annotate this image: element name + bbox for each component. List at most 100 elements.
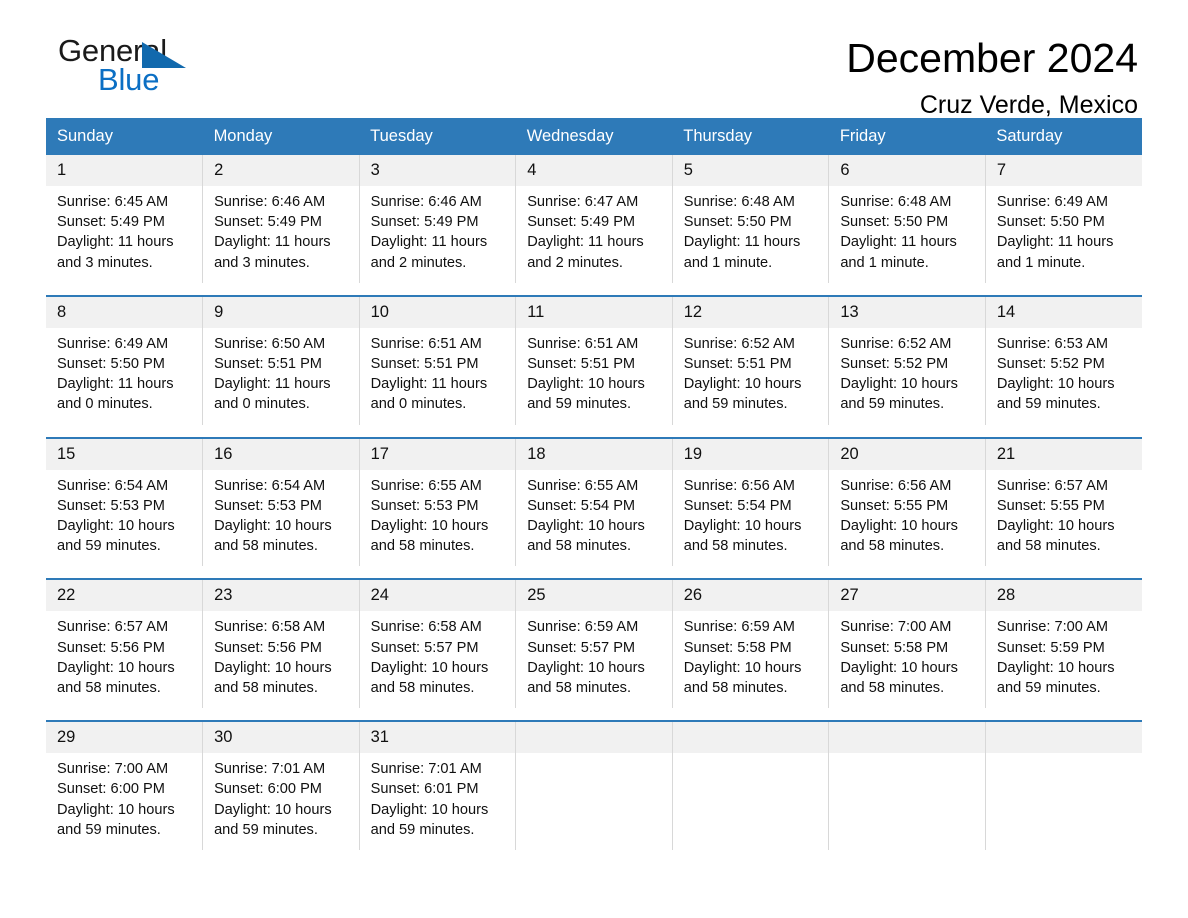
daylight-text-line2: and 58 minutes. bbox=[370, 680, 475, 697]
calendar-day-cell[interactable]: 31 Sunrise: 7:01 AM Sunset: 6:01 PM Dayligh… bbox=[359, 720, 517, 851]
calendar-day-cell[interactable]: 8 Sunrise: 6:49 AM Sunset: 5:50 PM Daylight… bbox=[46, 294, 204, 425]
day-number: 26 bbox=[672, 580, 829, 612]
calendar-day-cell[interactable]: 3 Sunrise: 6:46 AM Sunset: 5:49 PM Daylight… bbox=[359, 155, 517, 283]
weekday-header-friday: Friday bbox=[828, 118, 986, 155]
calendar-day-cell[interactable]: 22 Sunrise: 6:57 AM Sunset: 5:56 PM Dayligh… bbox=[46, 578, 204, 709]
daylight-text-line1: Daylight: 10 hours bbox=[683, 376, 802, 393]
day-details: Sunrise: 6:48 AM Sunset: 5:50 PM Daylight:… bbox=[673, 186, 829, 283]
calendar-day-cell[interactable]: 28 Sunrise: 7:00 AM Sunset: 5:59 PM Dayligh… bbox=[985, 578, 1142, 709]
daylight-text-line2: and 0 minutes. bbox=[214, 396, 310, 413]
calendar-day-cell[interactable]: 1 Sunrise: 6:45 AM Sunset: 5:49 PM Daylight… bbox=[46, 155, 204, 283]
calendar-day-cell-empty bbox=[515, 720, 673, 851]
day-number: 15 bbox=[46, 438, 203, 470]
sunset-text: Sunset: 5:52 PM bbox=[996, 356, 1105, 373]
daylight-text-line1: Daylight: 10 hours bbox=[370, 801, 489, 818]
day-details: Sunrise: 6:52 AM Sunset: 5:52 PM Daylight:… bbox=[829, 328, 985, 425]
calendar-day-cell[interactable]: 12 Sunrise: 6:52 AM Sunset: 5:51 PM Dayligh… bbox=[672, 294, 830, 425]
calendar-day-cell[interactable]: 5 Sunrise: 6:48 AM Sunset: 5:50 PM Daylight… bbox=[672, 155, 830, 283]
day-number: 3 bbox=[359, 155, 516, 186]
weekday-header-wednesday: Wednesday bbox=[515, 118, 673, 155]
day-number: 30 bbox=[203, 722, 359, 754]
daylight-text-line1: Daylight: 11 hours bbox=[214, 376, 331, 393]
daylight-text-line2: and 59 minutes. bbox=[214, 821, 318, 838]
sunrise-text: Sunrise: 6:49 AM bbox=[996, 194, 1109, 210]
calendar-day-cell[interactable]: 23 Sunrise: 6:58 AM Sunset: 5:56 PM Dayligh… bbox=[202, 578, 360, 709]
day-details: Sunrise: 6:56 AM Sunset: 5:54 PM Daylight:… bbox=[673, 470, 829, 567]
calendar-day-cell[interactable]: 4 Sunrise: 6:47 AM Sunset: 5:49 PM Daylight… bbox=[515, 155, 673, 283]
daylight-text-line2: and 59 minutes. bbox=[57, 821, 161, 838]
sunrise-text: Sunrise: 6:48 AM bbox=[840, 194, 952, 210]
daylight-text-line2: and 59 minutes. bbox=[527, 396, 632, 413]
day-details bbox=[516, 753, 672, 769]
triangle-icon bbox=[142, 42, 186, 68]
daylight-text-line2: and 58 minutes. bbox=[527, 680, 632, 697]
sunset-text: Sunset: 5:50 PM bbox=[683, 214, 792, 231]
calendar-week-row: 29 Sunrise: 7:00 AM Sunset: 6:00 PM Dayligh… bbox=[46, 720, 1142, 851]
calendar-day-cell[interactable]: 24 Sunrise: 6:58 AM Sunset: 5:57 PM Dayligh… bbox=[359, 578, 517, 709]
calendar-day-cell[interactable]: 30 Sunrise: 7:01 AM Sunset: 6:00 PM Dayligh… bbox=[202, 720, 360, 851]
day-details: Sunrise: 6:57 AM Sunset: 5:55 PM Daylight:… bbox=[986, 470, 1142, 567]
sunset-text: Sunset: 5:51 PM bbox=[683, 356, 792, 373]
sunset-text: Sunset: 5:56 PM bbox=[214, 639, 322, 656]
calendar-day-cell[interactable]: 14 Sunrise: 6:53 AM Sunset: 5:52 PM Dayligh… bbox=[985, 294, 1142, 425]
sunset-text: Sunset: 5:51 PM bbox=[370, 356, 479, 373]
calendar-day-cell[interactable]: 25 Sunrise: 6:59 AM Sunset: 5:57 PM Dayligh… bbox=[515, 578, 673, 709]
calendar-day-cell[interactable]: 18 Sunrise: 6:55 AM Sunset: 5:54 PM Dayligh… bbox=[515, 436, 673, 567]
sunset-text: Sunset: 5:51 PM bbox=[214, 356, 322, 373]
calendar-day-cell[interactable]: 16 Sunrise: 6:54 AM Sunset: 5:53 PM Dayligh… bbox=[202, 436, 360, 567]
day-number: 1 bbox=[46, 155, 203, 186]
sunset-text: Sunset: 5:54 PM bbox=[683, 497, 792, 514]
sunrise-text: Sunrise: 6:55 AM bbox=[527, 477, 639, 494]
calendar-day-cell[interactable]: 13 Sunrise: 6:52 AM Sunset: 5:52 PM Dayligh… bbox=[828, 294, 986, 425]
page-header: General Blue December 2024 Cruz Verde, M… bbox=[46, 0, 1142, 120]
sunrise-text: Sunrise: 6:57 AM bbox=[57, 619, 169, 636]
calendar-day-cell[interactable]: 27 Sunrise: 7:00 AM Sunset: 5:58 PM Dayligh… bbox=[828, 578, 986, 709]
calendar-day-cell[interactable]: 11 Sunrise: 6:51 AM Sunset: 5:51 PM Dayligh… bbox=[515, 294, 673, 425]
sunset-text: Sunset: 5:53 PM bbox=[57, 497, 165, 514]
calendar-day-cell-empty bbox=[985, 720, 1142, 851]
daylight-text-line2: and 58 minutes. bbox=[527, 538, 632, 555]
daylight-text-line2: and 58 minutes. bbox=[840, 538, 945, 555]
sunset-text: Sunset: 5:53 PM bbox=[370, 497, 479, 514]
sunset-text: Sunset: 5:49 PM bbox=[214, 214, 322, 231]
day-number: 25 bbox=[516, 580, 672, 612]
day-number: 21 bbox=[985, 438, 1142, 470]
calendar-day-cell[interactable]: 2 Sunrise: 6:46 AM Sunset: 5:49 PM Daylight… bbox=[202, 155, 360, 283]
day-number: 17 bbox=[359, 438, 516, 470]
sunrise-text: Sunrise: 6:52 AM bbox=[683, 335, 795, 352]
day-details: Sunrise: 6:52 AM Sunset: 5:51 PM Daylight:… bbox=[673, 328, 829, 425]
generalblue-logo[interactable]: General Blue bbox=[46, 34, 208, 106]
calendar-day-cell[interactable]: 26 Sunrise: 6:59 AM Sunset: 5:58 PM Dayligh… bbox=[672, 578, 830, 709]
daylight-text-line2: and 1 minute. bbox=[683, 254, 773, 271]
daylight-text-line2: and 59 minutes. bbox=[840, 396, 945, 413]
calendar-day-cell[interactable]: 9 Sunrise: 6:50 AM Sunset: 5:51 PM Daylight… bbox=[202, 294, 360, 425]
day-details: Sunrise: 6:54 AM Sunset: 5:53 PM Daylight:… bbox=[203, 470, 359, 567]
day-number: 4 bbox=[516, 155, 672, 186]
calendar-day-cell[interactable]: 21 Sunrise: 6:57 AM Sunset: 5:55 PM Dayligh… bbox=[985, 436, 1142, 567]
week-spacer-cell bbox=[46, 425, 1142, 438]
sunset-text: Sunset: 5:57 PM bbox=[527, 639, 636, 656]
day-details: Sunrise: 6:48 AM Sunset: 5:50 PM Daylight:… bbox=[829, 186, 985, 283]
sunset-text: Sunset: 5:52 PM bbox=[840, 356, 949, 373]
calendar-day-cell[interactable]: 7 Sunrise: 6:49 AM Sunset: 5:50 PM Daylight… bbox=[985, 155, 1142, 283]
day-number: 29 bbox=[46, 722, 203, 754]
calendar-week-row: 8 Sunrise: 6:49 AM Sunset: 5:50 PM Daylight… bbox=[46, 294, 1142, 425]
daylight-text-line1: Daylight: 10 hours bbox=[214, 801, 332, 818]
daylight-text-line1: Daylight: 10 hours bbox=[840, 659, 958, 676]
week-spacer-cell bbox=[46, 708, 1142, 721]
day-number: 31 bbox=[359, 722, 516, 754]
calendar-day-cell[interactable]: 17 Sunrise: 6:55 AM Sunset: 5:53 PM Dayligh… bbox=[359, 436, 517, 567]
calendar-day-cell[interactable]: 10 Sunrise: 6:51 AM Sunset: 5:51 PM Dayligh… bbox=[359, 294, 517, 425]
sunset-text: Sunset: 5:55 PM bbox=[996, 497, 1105, 514]
daylight-text-line1: Daylight: 10 hours bbox=[996, 518, 1115, 535]
daylight-text-line2: and 58 minutes. bbox=[214, 538, 318, 555]
sunrise-text: Sunrise: 6:49 AM bbox=[57, 335, 169, 352]
calendar-day-cell[interactable]: 20 Sunrise: 6:56 AM Sunset: 5:55 PM Dayligh… bbox=[828, 436, 986, 567]
sunset-text: Sunset: 5:57 PM bbox=[370, 639, 479, 656]
calendar-day-cell[interactable]: 19 Sunrise: 6:56 AM Sunset: 5:54 PM Dayligh… bbox=[672, 436, 830, 567]
calendar-day-cell[interactable]: 6 Sunrise: 6:48 AM Sunset: 5:50 PM Daylight… bbox=[828, 155, 986, 283]
sunrise-text: Sunrise: 6:58 AM bbox=[370, 619, 482, 636]
calendar-day-cell[interactable]: 15 Sunrise: 6:54 AM Sunset: 5:53 PM Dayligh… bbox=[46, 436, 204, 567]
calendar-day-cell[interactable]: 29 Sunrise: 7:00 AM Sunset: 6:00 PM Dayligh… bbox=[46, 720, 204, 851]
sunrise-text: Sunrise: 7:00 AM bbox=[840, 619, 952, 636]
